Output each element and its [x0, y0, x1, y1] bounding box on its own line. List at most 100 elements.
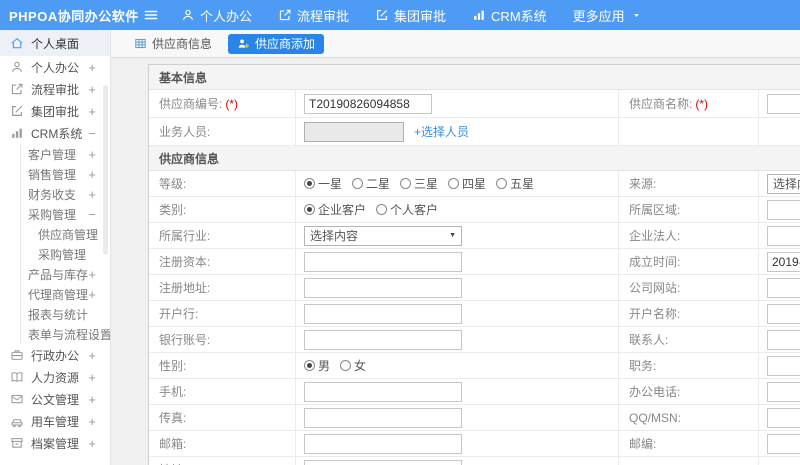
nav-item[interactable]: CRM系统 — [472, 6, 547, 25]
sidebar-item[interactable]: 个人办公 + — [0, 56, 110, 78]
email-input[interactable] — [304, 433, 462, 454]
radio-option[interactable]: 一星 — [304, 175, 342, 192]
radio-option[interactable]: 男 — [304, 357, 330, 374]
archive-icon — [10, 436, 24, 450]
tab-supplier-add[interactable]: 供应商添加 — [228, 33, 325, 54]
sidebar-item[interactable]: 供应商管理 — [0, 224, 110, 244]
region-input[interactable] — [767, 199, 800, 220]
account-name-input[interactable] — [767, 303, 800, 324]
expand-plus-icon[interactable]: + — [88, 168, 96, 181]
sidebar-item[interactable]: 产品与库存 + — [0, 264, 110, 284]
expand-plus-icon[interactable]: + — [88, 288, 96, 301]
sidebar-item[interactable]: 集团审批 + — [0, 100, 110, 122]
expand-plus-icon[interactable]: + — [88, 437, 96, 450]
supplier-name-input[interactable] — [767, 93, 800, 114]
field-label: 注册地址: — [159, 281, 211, 295]
fax-input[interactable] — [304, 407, 462, 428]
sidebar-item[interactable]: 档案管理 + — [0, 432, 110, 454]
supplier-code-input[interactable] — [304, 93, 432, 114]
expand-plus-icon[interactable]: + — [88, 188, 96, 201]
sidebar-item[interactable]: 流程审批 + — [0, 78, 110, 100]
nav-item[interactable]: 更多应用 — [573, 6, 641, 25]
radio-button-icon[interactable] — [376, 204, 388, 215]
expand-plus-icon[interactable]: + — [88, 349, 96, 362]
radio-option[interactable]: 四星 — [448, 175, 486, 192]
nav-item[interactable]: 个人办公 — [181, 6, 252, 25]
radio-option[interactable]: 二星 — [352, 175, 390, 192]
expand-plus-icon[interactable]: + — [88, 83, 96, 96]
radio-button-icon[interactable] — [340, 360, 352, 371]
collapse-minus-icon[interactable]: − — [88, 127, 96, 140]
form-row: 业务人员: +选择人员 — [149, 118, 800, 146]
radio-option[interactable]: 三星 — [400, 175, 438, 192]
collapse-minus-icon[interactable]: − — [88, 208, 96, 221]
expand-plus-icon[interactable]: + — [88, 268, 96, 281]
address-input[interactable] — [304, 459, 462, 465]
radio-button-icon[interactable] — [496, 178, 508, 189]
form-label-cell: 等级: — [149, 171, 296, 196]
share-icon — [10, 82, 24, 96]
hamburger-menu-icon[interactable] — [143, 7, 159, 23]
expand-plus-icon[interactable]: + — [88, 415, 96, 428]
expand-plus-icon[interactable]: + — [88, 371, 96, 384]
nav-item[interactable]: 集团审批 — [375, 6, 446, 25]
nav-item-label: 更多应用 — [572, 8, 625, 24]
radio-option-label: 男 — [318, 359, 331, 373]
sidebar-item[interactable]: 用车管理 + — [0, 410, 110, 432]
contact-person-input[interactable] — [767, 329, 800, 350]
nav-item[interactable]: 流程审批 — [278, 6, 349, 25]
mobile-input[interactable] — [304, 381, 462, 402]
radio-option[interactable]: 女 — [340, 357, 366, 374]
sidebar-item[interactable]: 表单与流程设置+ — [0, 324, 110, 344]
sidebar-item[interactable]: 报表与统计 — [0, 304, 110, 324]
sidebar-item[interactable]: 个人桌面 — [0, 30, 110, 56]
registered-capital-input[interactable] — [304, 251, 462, 272]
sidebar-item[interactable]: 采购管理 — [0, 244, 110, 264]
expand-plus-icon[interactable]: + — [88, 393, 96, 406]
registered-address-input[interactable] — [304, 277, 462, 298]
radio-option[interactable]: 五星 — [496, 175, 534, 192]
business-person-input[interactable] — [304, 121, 404, 142]
radio-button-icon[interactable] — [304, 178, 315, 189]
sidebar-item[interactable]: 客户管理 + — [0, 144, 110, 164]
radio-option[interactable]: 企业客户 — [304, 201, 366, 218]
bank-branch-input[interactable] — [304, 303, 462, 324]
sidebar-item[interactable]: 公文管理 + — [0, 388, 110, 410]
founded-date-input[interactable] — [767, 251, 800, 272]
radio-option-label: 二星 — [366, 177, 391, 191]
app-logo: PHPOA协同办公软件 — [9, 8, 139, 24]
form-label-cell: 注册资本: — [149, 249, 296, 274]
sidebar-item[interactable]: CRM系统 − — [0, 122, 110, 144]
office-phone-input[interactable] — [767, 381, 800, 402]
select-person-link[interactable]: +选择人员 — [414, 123, 469, 140]
job-title-input[interactable] — [767, 355, 800, 376]
radio-button-icon[interactable] — [448, 178, 460, 189]
sidebar-item[interactable]: 代理商管理 + — [0, 284, 110, 304]
radio-button-icon[interactable] — [352, 178, 364, 189]
company-website-input[interactable] — [767, 277, 800, 298]
bank-account-input[interactable] — [304, 329, 462, 350]
expand-plus-icon[interactable]: + — [88, 148, 96, 161]
supplier-add-icon — [237, 37, 250, 50]
zip-code-input[interactable] — [767, 433, 800, 454]
field-label: 联系人: — [629, 333, 669, 347]
tab-supplier-info[interactable]: 供应商信息 — [128, 34, 218, 54]
radio-button-icon[interactable] — [304, 360, 315, 371]
legal-person-input[interactable] — [767, 225, 800, 246]
radio-option-label: 三星 — [414, 177, 439, 191]
sidebar-item[interactable]: 销售管理 + — [0, 164, 110, 184]
expand-plus-icon[interactable]: + — [88, 105, 96, 118]
sidebar-item[interactable]: 采购管理 − — [0, 204, 110, 224]
radio-button-icon[interactable] — [400, 178, 412, 189]
sidebar-item-label: 个人办公 — [31, 60, 80, 75]
industry-select[interactable]: 选择内容 ▼ — [304, 225, 462, 246]
sidebar-item[interactable]: 行政办公 + — [0, 344, 110, 366]
form-label-cell: 开户名称: — [619, 301, 759, 326]
sidebar-item[interactable]: 人力资源 + — [0, 366, 110, 388]
expand-plus-icon[interactable]: + — [88, 61, 96, 74]
radio-button-icon[interactable] — [304, 204, 315, 215]
radio-option[interactable]: 个人客户 — [376, 201, 438, 218]
sidebar-item[interactable]: 财务收支 + — [0, 184, 110, 204]
qq-msn-input[interactable] — [767, 407, 800, 428]
source-select[interactable]: 选择内容▼ — [767, 173, 800, 194]
